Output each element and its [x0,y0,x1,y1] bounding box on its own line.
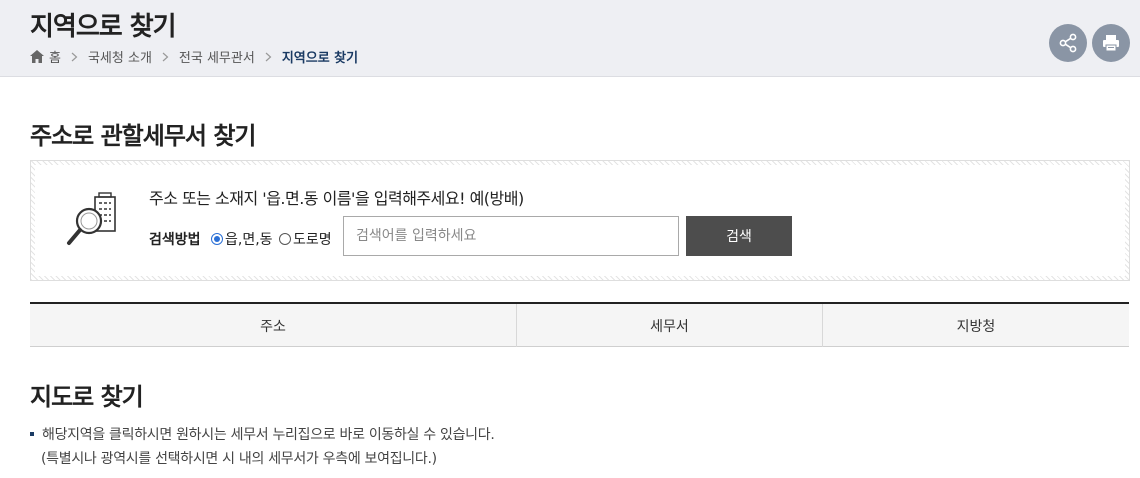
breadcrumb-current: 지역으로 찾기 [281,51,359,66]
home-icon[interactable] [30,50,44,63]
chevron-right-icon [71,52,78,61]
page-header: 지역으로 찾기 홈 국세청 소개 전국 세무관서 지역으로 찾기 [0,0,1140,77]
breadcrumb-home[interactable]: 홈 [49,47,61,66]
address-search-title: 주소로 관할세무서 찾기 [30,122,257,150]
radio-label: 도로명 [293,232,332,248]
breadcrumb: 홈 국세청 소개 전국 세무관서 지역으로 찾기 [30,47,358,66]
page-title: 지역으로 찾기 [30,12,177,42]
column-header-regional-office: 지방청 [956,318,996,335]
map-search-title: 지도로 찾기 [30,383,144,411]
breadcrumb-offices[interactable]: 전국 세무관서 [179,47,255,66]
radio-label: 읍,면,동 [225,232,273,248]
search-method-label: 검색방법 [149,232,201,248]
chevron-right-icon [265,52,272,61]
map-info-line: 해당지역을 클릭하시면 원하시는 세무서 누리집으로 바로 이동하실 수 있습니… [30,424,495,444]
share-button[interactable] [1049,24,1087,62]
print-button[interactable] [1092,24,1130,62]
radio-eup-myeon-dong[interactable]: 읍,면,동 [211,229,273,249]
radio-button[interactable] [279,233,291,245]
print-icon [1103,35,1119,52]
radio-button-checked[interactable] [211,233,223,245]
chevron-right-icon [162,52,169,61]
map-info-text: 해당지역을 클릭하시면 원하시는 세무서 누리집으로 바로 이동하실 수 있습니… [42,427,495,443]
search-input[interactable] [343,216,679,256]
address-search-panel: 주소 또는 소재지 '읍.면.동 이름'을 입력해주세요! 예(방배) 검색방법… [30,160,1130,281]
search-button[interactable]: 검색 [686,216,792,256]
breadcrumb-about[interactable]: 국세청 소개 [88,47,152,66]
radio-road-name[interactable]: 도로명 [279,229,332,249]
search-description: 주소 또는 소재지 '읍.면.동 이름'을 입력해주세요! 예(방배) [149,189,524,208]
column-header-tax-office: 세무서 [517,304,823,347]
bullet-icon [30,432,34,436]
building-search-icon [67,192,116,245]
map-info-note: (특별시나 광역시를 선택하시면 시 내의 세무서가 우측에 보여집니다.) [41,451,437,467]
share-icon [1059,33,1077,53]
results-table-header: 주소 세무서 지방청 [30,302,1129,347]
column-header-address: 주소 [30,304,517,347]
